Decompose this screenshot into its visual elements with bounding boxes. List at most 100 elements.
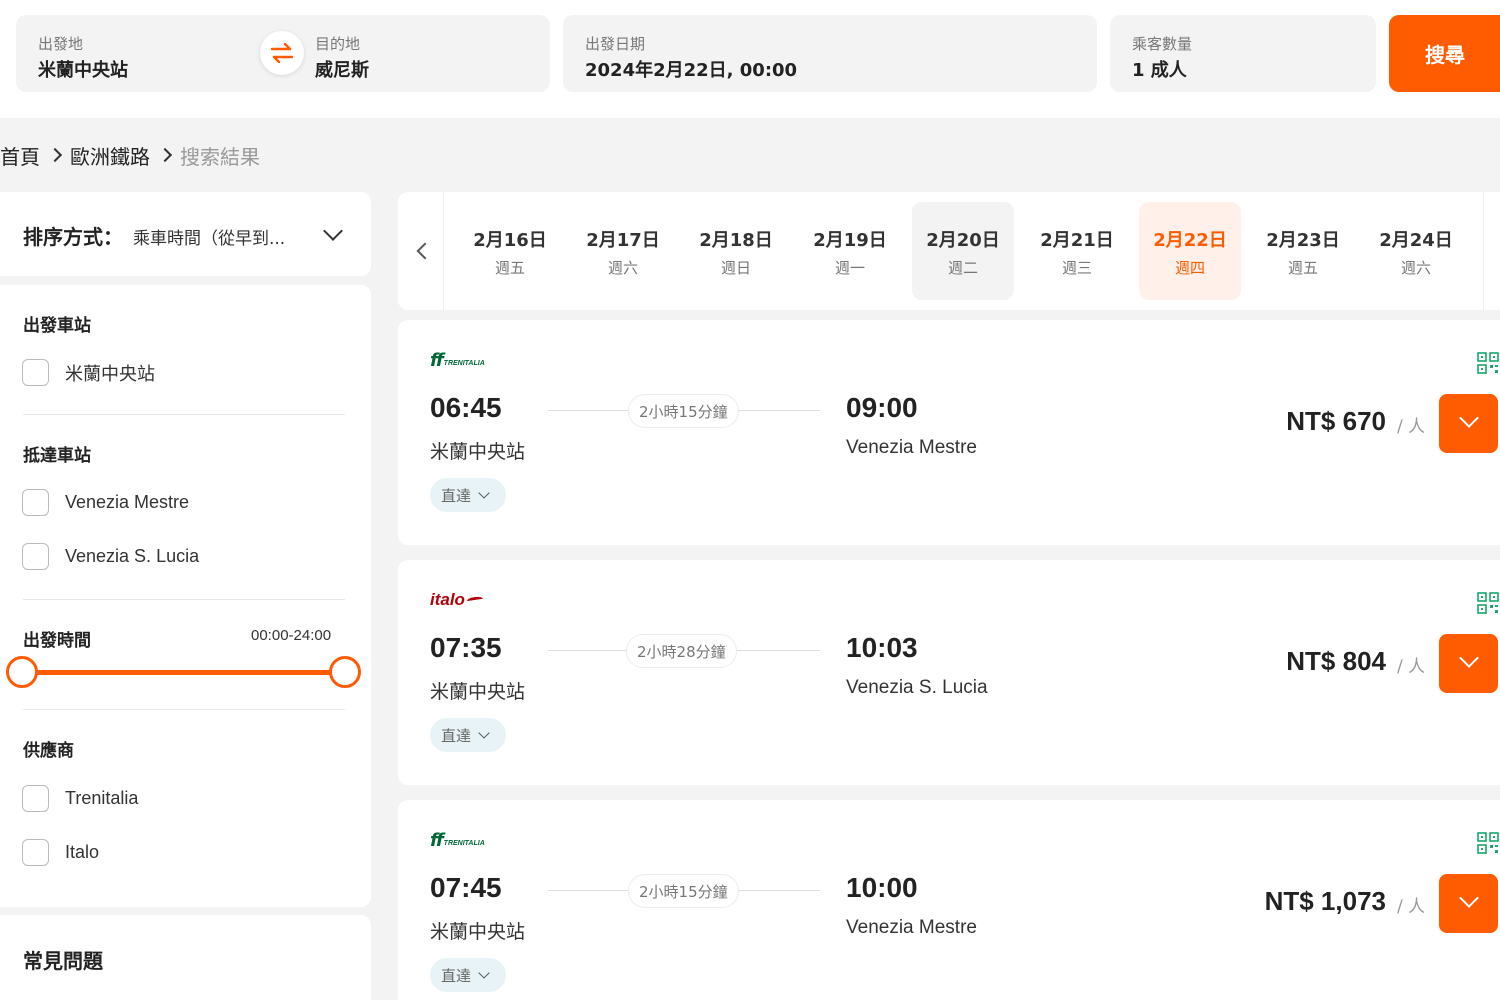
swap-button[interactable] [260,31,304,75]
filter-title-departure-station: 出發車站 [23,316,91,336]
checkbox[interactable] [22,359,49,386]
passengers-field[interactable]: 乘客數量 1 成人 [1110,15,1376,92]
arrival-time: 09:00 [846,392,918,423]
divider [23,599,345,600]
chevron-right-icon [40,145,70,165]
qr-code-icon [1477,832,1499,854]
expand-button[interactable] [1439,634,1498,693]
route-field[interactable]: 出發地 米蘭中央站 目的地 威尼斯 [16,15,550,92]
time-slider-track[interactable] [22,670,344,675]
date-tab-date: 2月20日 [926,230,1000,251]
checkbox[interactable] [22,489,49,516]
breadcrumb: 首頁 歐洲鐵路 搜索結果 [0,140,260,170]
price: NT$ 804 [1286,646,1386,676]
train-result-card[interactable]: italo 07:35 米蘭中央站 2小時28分鐘 10:03 Venezia … [398,560,1500,785]
chevron-down-icon [478,487,490,499]
faq-card: 常見問題 [0,915,371,1000]
search-button[interactable]: 搜尋 [1389,15,1500,92]
divider [23,709,345,710]
origin-value[interactable]: 米蘭中央站 [38,56,128,82]
breadcrumb-europe-rail[interactable]: 歐洲鐵路 [70,141,150,170]
duration-badge: 2小時28分鐘 [626,634,737,668]
chevron-right-icon [150,145,180,165]
sort-label: 排序方式： [23,225,123,249]
date-tab-weekday: 週六 [1400,259,1431,277]
passengers-label: 乘客數量 [1132,35,1193,53]
checkbox[interactable] [22,839,49,866]
date-tab-date: 2月18日 [699,230,773,251]
date-tab[interactable]: 2月21日 週三 [1026,202,1128,300]
direct-toggle[interactable]: 直達 [430,718,506,752]
date-tab-weekday: 週二 [947,259,978,277]
arrival-station: Venezia Mestre [846,437,977,458]
destination-label: 目的地 [315,35,361,53]
filter-option-trenitalia[interactable]: Trenitalia [22,785,138,812]
destination-value[interactable]: 威尼斯 [315,56,369,82]
date-tab-weekday: 週五 [1287,259,1318,277]
filter-option-label: Venezia Mestre [65,492,190,512]
breadcrumb-home[interactable]: 首頁 [0,141,40,170]
date-tab[interactable]: 2月24日 週六 [1365,202,1467,300]
chevron-down-icon [478,967,490,979]
date-tab[interactable]: 2月17日 週六 [572,202,674,300]
expand-button[interactable] [1439,874,1498,933]
qr-code-icon [1477,352,1499,374]
expand-button[interactable] [1439,394,1498,453]
train-result-card[interactable]: ff TRENITALIA 06:45 米蘭中央站 2小時15分鐘 09:00 V… [398,320,1500,545]
date-tab-weekday: 週三 [1061,259,1092,277]
date-tab[interactable]: 2月16日 週五 [459,202,561,300]
date-tab-date: 2月23日 [1266,230,1340,251]
filter-option-label: Italo [65,842,100,862]
price-unit: / 人 [1397,657,1426,677]
date-tab-date: 2月19日 [813,230,887,251]
date-tab-date: 2月16日 [473,230,547,251]
date-value: 2024年2月22日, 00:00 [585,60,798,81]
date-field[interactable]: 出發日期 2024年2月22日, 00:00 [563,15,1097,92]
trenitalia-logo: ff TRENITALIA [430,829,485,851]
time-range-value: 00:00-24:00 [251,627,332,644]
date-tab[interactable]: 2月20日 週二 [912,202,1014,300]
date-tab[interactable]: 2月19日 週一 [799,202,901,300]
date-tab-selected[interactable]: 2月22日 週四 [1139,202,1241,300]
search-bar: 出發地 米蘭中央站 目的地 威尼斯 出發日期 2024年2月22日, 00:00… [0,0,1500,118]
arrival-station: Venezia S. Lucia [846,677,988,698]
italo-logo: italo [430,590,484,610]
date-tab-date: 2月22日 [1153,230,1227,251]
date-tab[interactable]: 2月23日 週五 [1252,202,1354,300]
duration-badge: 2小時15分鐘 [628,394,739,428]
departure-station: 米蘭中央站 [430,681,526,703]
date-tab-date: 2月24日 [1379,230,1453,251]
price-unit: / 人 [1397,417,1426,437]
faq-title: 常見問題 [23,949,103,973]
filter-option-label: Trenitalia [65,788,139,808]
filter-option-milano-centrale[interactable]: 米蘭中央站 [22,359,155,386]
price: NT$ 670 [1286,406,1386,436]
date-tab[interactable]: 2月18日 週日 [685,202,787,300]
arrival-time: 10:03 [846,632,918,663]
filter-option-venezia-s-lucia[interactable]: Venezia S. Lucia [22,543,199,570]
chevron-left-icon[interactable] [398,192,444,310]
origin-label: 出發地 [38,35,84,53]
arrival-station: Venezia Mestre [846,917,977,938]
sort-dropdown[interactable]: 排序方式： 乘車時間（從早到... [0,192,371,276]
departure-station: 米蘭中央站 [430,441,526,463]
date-tab-date: 2月21日 [1040,230,1114,251]
date-tab-weekday: 週四 [1174,259,1205,277]
direct-toggle[interactable]: 直達 [430,958,506,992]
checkbox[interactable] [22,543,49,570]
trenitalia-logo: ff TRENITALIA [430,349,485,371]
checkbox[interactable] [22,785,49,812]
filter-option-label: Venezia S. Lucia [65,546,200,566]
train-result-card[interactable]: ff TRENITALIA 07:45 米蘭中央站 2小時15分鐘 10:00 V… [398,800,1500,1000]
swap-arrows-icon [270,43,294,63]
time-slider-start-handle[interactable] [6,656,38,688]
direct-toggle[interactable]: 直達 [430,478,506,512]
time-slider-end-handle[interactable] [329,656,361,688]
filter-option-venezia-mestre[interactable]: Venezia Mestre [22,489,189,516]
sort-value: 乘車時間（從早到... [133,229,286,249]
departure-time: 06:45 [430,392,502,423]
chevron-down-icon [323,221,343,241]
date-label: 出發日期 [585,35,646,53]
passengers-value: 1 成人 [1132,60,1187,81]
filter-option-italo[interactable]: Italo [22,839,99,866]
